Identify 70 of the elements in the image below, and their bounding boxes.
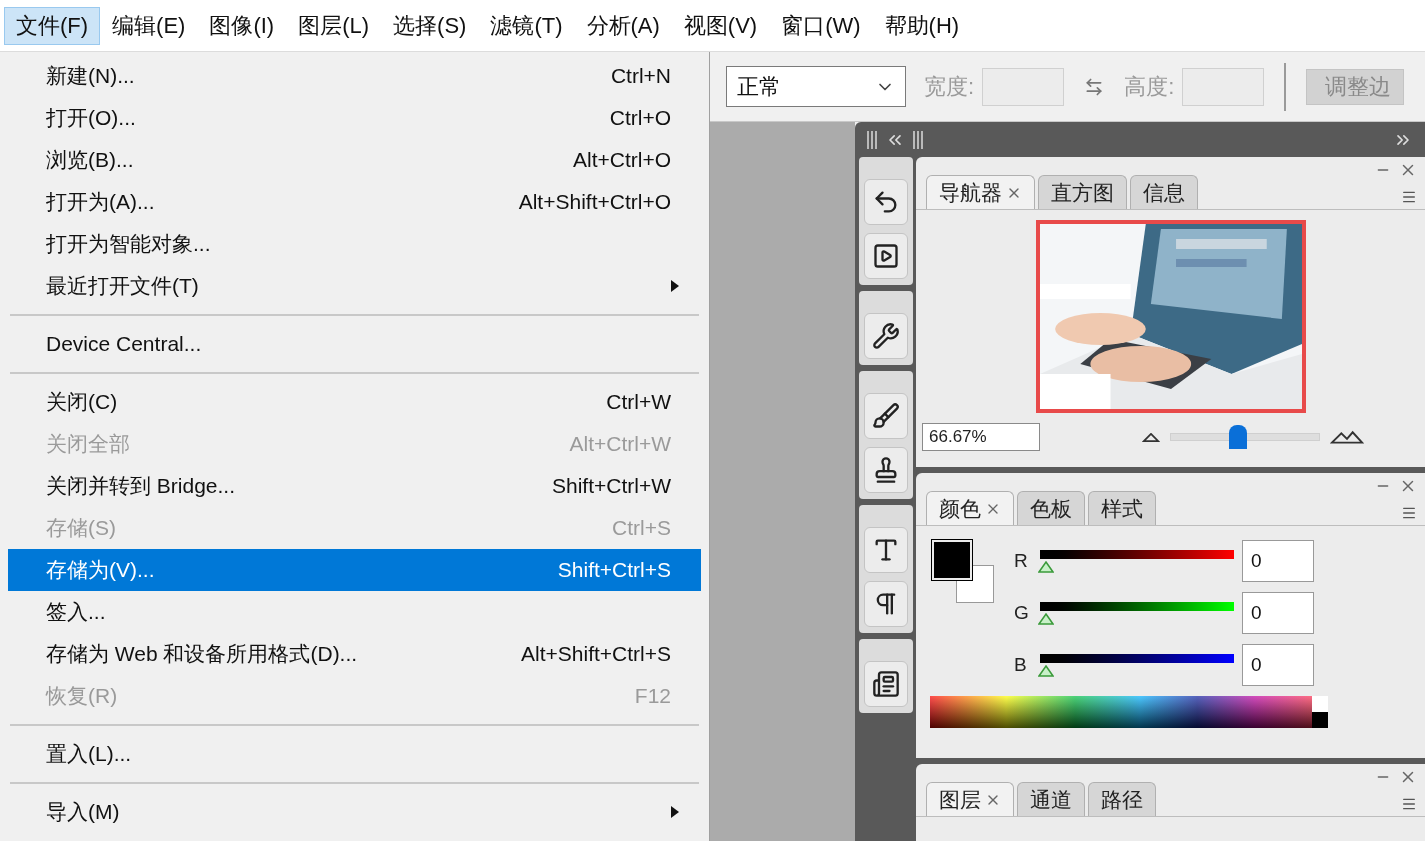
channel-value-field[interactable]: 0 [1242,592,1314,634]
menu-item[interactable]: 滤镜(T) [478,6,575,45]
menu-item[interactable]: 帮助(H) [872,6,972,45]
panel-tab[interactable]: 图层 [926,782,1014,816]
grip-icon [867,130,877,149]
menu-entry[interactable]: 签入... [8,591,701,633]
panel-tab[interactable]: 信息 [1130,175,1198,209]
color-spectrum[interactable] [930,696,1328,728]
panel-icon [872,402,900,430]
menu-entry[interactable]: 导入(M) [8,791,701,833]
slider-thumb[interactable] [1038,665,1054,677]
menu-entry[interactable]: 置入(L)... [8,733,701,775]
menu-item[interactable]: 图像(I) [197,6,287,45]
zoom-field[interactable]: 66.67% [922,423,1040,451]
menu-entry[interactable]: 关闭并转到 Bridge... Shift+Ctrl+W [8,465,701,507]
menu-entry[interactable]: 存储为(V)... Shift+Ctrl+S [8,549,701,591]
menu-item[interactable]: 视图(V) [671,6,770,45]
height-field[interactable] [1182,67,1265,106]
panel-tab[interactable]: 路径 [1088,782,1156,816]
menu-item[interactable]: 编辑(E) [100,6,198,45]
panel-tab[interactable]: 色板 [1017,491,1085,525]
panel-tab[interactable]: 颜色 [926,491,1014,525]
panel-tab[interactable]: 通道 [1017,782,1085,816]
panel-tab[interactable]: 样式 [1088,491,1156,525]
submenu-arrow-icon [671,806,679,818]
menu-item[interactable]: 文件(F) [4,6,101,45]
panel-button[interactable] [864,393,908,439]
color-swatches-drawing[interactable] [932,540,994,604]
zoom-slider[interactable] [1170,423,1320,451]
slider-thumb[interactable] [1228,425,1247,449]
panel-button[interactable] [864,527,908,573]
menu-item[interactable]: 窗口(W) [769,6,873,45]
panel-tab[interactable]: 直方图 [1038,175,1127,209]
panel-button[interactable] [864,179,908,225]
panel-button[interactable] [864,661,908,707]
slider-thumb[interactable] [1038,613,1054,625]
panel-icon [872,670,900,698]
height-label: 高度: [1124,73,1175,101]
zoom-out-icon[interactable] [1142,432,1160,442]
panel-icon [872,242,900,270]
menu-item[interactable]: 分析(A) [574,6,672,45]
grip-icon [913,130,923,149]
channel-label: R [1014,548,1029,573]
submenu-arrow-icon [671,280,679,292]
menu-entry[interactable]: 打开为(A)... Alt+Shift+Ctrl+O [8,181,701,223]
menu-entry[interactable]: 新建(N)... Ctrl+N [8,55,701,97]
panel-button[interactable] [864,581,908,627]
panel-tab[interactable]: 导航器 [926,175,1035,209]
menu-item[interactable]: 选择(S) [381,6,479,45]
width-label: 宽度: [924,73,975,101]
menu-entry[interactable]: 关闭(C) Ctrl+W [8,381,701,423]
panel-icon [872,322,900,350]
menu-entry[interactable]: Device Central... [8,323,701,365]
channel-value-field[interactable]: 0 [1242,540,1314,582]
menu-entry[interactable]: 存储为 Web 和设备所用格式(D)... Alt+Shift+Ctrl+S [8,633,701,675]
slider-thumb[interactable] [1038,561,1054,573]
menu-entry[interactable]: 浏览(B)... Alt+Ctrl+O [8,139,701,181]
menu-entry[interactable]: 打开为智能对象... [8,223,701,265]
menu-entry[interactable]: 最近打开文件(T) [8,265,701,307]
channel-label: B [1014,652,1028,677]
width-field[interactable] [982,67,1065,106]
menu-item[interactable]: 图层(L) [286,6,382,45]
channel-label: G [1014,600,1030,625]
panel-button[interactable] [864,313,908,359]
panel-button[interactable] [864,447,908,493]
zoom-in-icon[interactable] [1330,430,1364,444]
menu-entry[interactable]: 打开(O)... Ctrl+O [8,97,701,139]
channel-value-field[interactable]: 0 [1242,644,1314,686]
mode-select[interactable]: 正常 [726,66,906,107]
panel-button[interactable] [864,233,908,279]
